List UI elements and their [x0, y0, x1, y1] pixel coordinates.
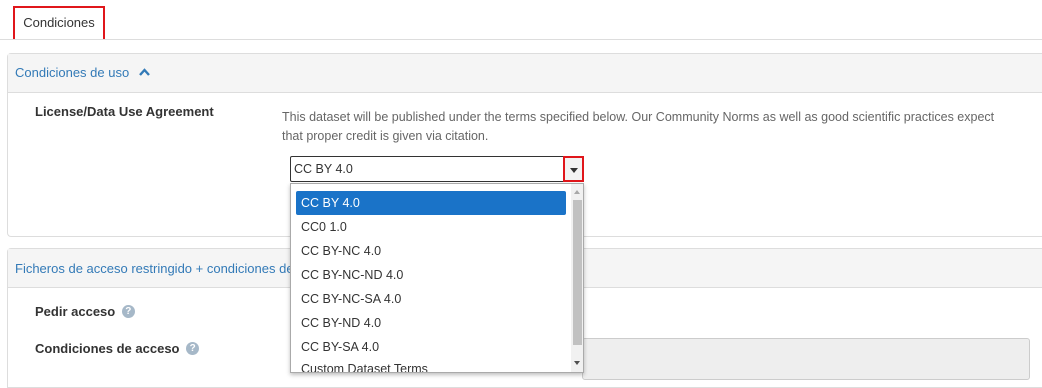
license-option[interactable]: CC BY-NC-SA 4.0: [296, 287, 566, 311]
request-access-text: Pedir acceso: [35, 304, 116, 319]
request-access-label: Pedir acceso ?: [35, 304, 135, 319]
access-conditions-label: Condiciones de acceso ?: [35, 341, 200, 356]
question-circle-icon[interactable]: ?: [186, 342, 200, 356]
caret-down-icon: [570, 168, 578, 173]
license-option[interactable]: CC BY 4.0: [296, 191, 566, 215]
license-option[interactable]: CC0 1.0: [296, 215, 566, 239]
license-option[interactable]: CC BY-NC 4.0: [296, 239, 566, 263]
access-conditions-text: Condiciones de acceso: [35, 341, 180, 356]
terms-of-use-panel-header[interactable]: Condiciones de uso: [8, 54, 1042, 93]
scrollbar-thumb[interactable]: [573, 200, 582, 345]
chevron-up-icon[interactable]: [138, 53, 150, 91]
terms-of-use-title: Condiciones de uso: [15, 65, 130, 80]
license-description: This dataset will be published under the…: [282, 110, 995, 143]
license-options-list[interactable]: CC BY 4.0 CC0 1.0 CC BY-NC 4.0 CC BY-NC-…: [290, 183, 584, 373]
question-circle-icon[interactable]: ?: [121, 305, 135, 319]
access-conditions-textarea[interactable]: [582, 338, 1030, 380]
restricted-files-title: Ficheros de acceso restringido + condici…: [15, 261, 294, 276]
license-select[interactable]: CC BY 4.0: [290, 156, 584, 182]
license-label: License/Data Use Agreement: [35, 104, 214, 119]
dropdown-scrollbar[interactable]: [571, 184, 583, 372]
scroll-up-arrow-icon[interactable]: [574, 190, 580, 194]
tab-condiciones[interactable]: Condiciones: [13, 6, 105, 39]
tab-bar: Condiciones: [0, 0, 1042, 40]
license-option[interactable]: CC BY-NC-ND 4.0: [296, 263, 566, 287]
license-option[interactable]: CC BY-SA 4.0: [296, 335, 566, 359]
license-option[interactable]: CC BY-ND 4.0: [296, 311, 566, 335]
license-option[interactable]: Custom Dataset Terms: [296, 357, 566, 372]
license-dropdown-toggle[interactable]: [563, 156, 584, 182]
scroll-down-arrow-icon[interactable]: [574, 361, 580, 365]
